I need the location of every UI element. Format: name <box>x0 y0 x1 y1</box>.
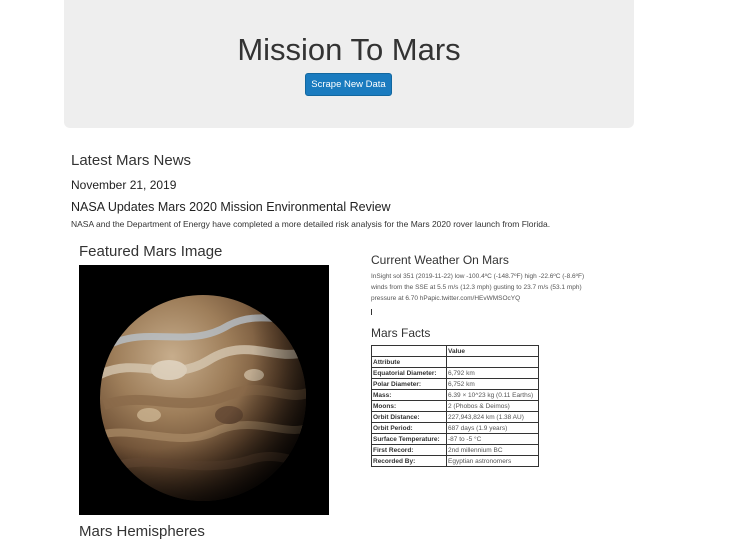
fact-key: Equatorial Diameter: <box>371 367 447 379</box>
text-cursor <box>371 309 372 315</box>
fact-value: 227,943,824 km (1.38 AU) <box>446 411 539 423</box>
table-header-cell <box>371 345 447 357</box>
facts-heading: Mars Facts <box>371 326 431 340</box>
fact-key: Attribute <box>371 356 447 368</box>
news-date: November 21, 2019 <box>71 178 177 192</box>
table-row: Polar Diameter: 6,752 km <box>371 378 539 390</box>
fact-key: Recorded By: <box>371 455 447 467</box>
hemispheres-heading: Mars Hemispheres <box>79 523 205 540</box>
table-header-row: Value <box>371 345 539 357</box>
mars-facts-table: Value Attribute Equatorial Diameter: 6,79… <box>371 345 539 467</box>
table-row: Orbit Period: 687 days (1.9 years) <box>371 422 539 434</box>
table-row: Attribute <box>371 356 539 368</box>
fact-value: 2nd millennium BC <box>446 444 539 456</box>
fact-key: First Record: <box>371 444 447 456</box>
fact-key: Orbit Distance: <box>371 411 447 423</box>
fact-key: Polar Diameter: <box>371 378 447 390</box>
table-row: First Record: 2nd millennium BC <box>371 444 539 456</box>
fact-key: Surface Temperature: <box>371 433 447 445</box>
fact-value: Egyptian astronomers <box>446 455 539 467</box>
table-row: Mass: 6.39 × 10^23 kg (0.11 Earths) <box>371 389 539 401</box>
fact-value: 687 days (1.9 years) <box>446 422 539 434</box>
weather-text: InSight sol 351 (2019-11-22) low -100.4º… <box>371 273 585 302</box>
table-row: Surface Temperature: -87 to -5 °C <box>371 433 539 445</box>
fact-key: Mass: <box>371 389 447 401</box>
header-jumbotron: Mission To Mars Scrape New Data <box>64 0 634 128</box>
fact-value: 6.39 × 10^23 kg (0.11 Earths) <box>446 389 539 401</box>
fact-value: 2 (Phobos & Deimos) <box>446 400 539 412</box>
page-title: Mission To Mars <box>237 32 461 67</box>
weather-heading: Current Weather On Mars <box>371 253 509 267</box>
table-row: Orbit Distance: 227,943,824 km (1.38 AU) <box>371 411 539 423</box>
table-row: Recorded By: Egyptian astronomers <box>371 455 539 467</box>
table-header-cell: Value <box>446 345 539 357</box>
featured-image-heading: Featured Mars Image <box>79 243 223 260</box>
news-heading: Latest Mars News <box>71 152 192 169</box>
scrape-button[interactable]: Scrape New Data <box>305 73 392 96</box>
fact-key: Orbit Period: <box>371 422 447 434</box>
fact-value: 6,752 km <box>446 378 539 390</box>
table-row: Equatorial Diameter: 6,792 km <box>371 367 539 379</box>
news-title: NASA Updates Mars 2020 Mission Environme… <box>71 200 391 214</box>
featured-mars-image <box>79 265 329 515</box>
fact-value: -87 to -5 °C <box>446 433 539 445</box>
fact-value: 6,792 km <box>446 367 539 379</box>
table-row: Moons: 2 (Phobos & Deimos) <box>371 400 539 412</box>
fact-key: Moons: <box>371 400 447 412</box>
news-paragraph: NASA and the Department of Energy have c… <box>71 219 551 229</box>
fact-value <box>446 356 539 368</box>
